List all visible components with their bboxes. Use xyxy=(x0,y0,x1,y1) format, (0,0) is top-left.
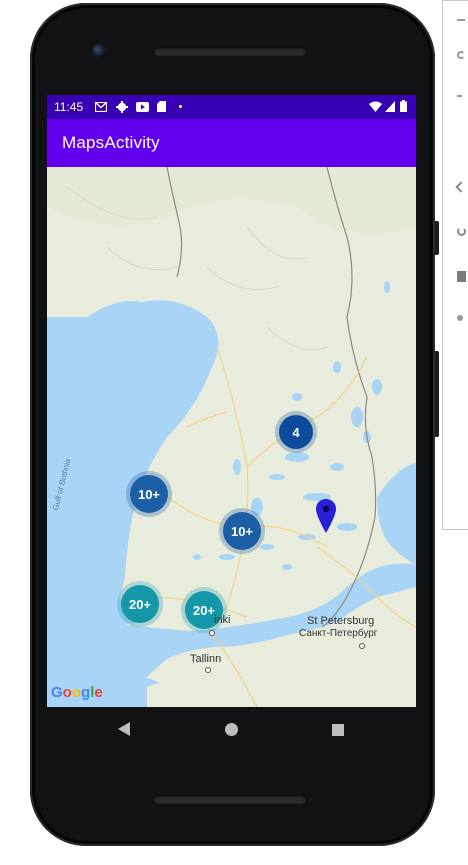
youtube-icon xyxy=(136,102,149,112)
rotate-icon[interactable] xyxy=(455,181,467,193)
rotate-right-icon[interactable] xyxy=(457,227,466,236)
screenshot-icon[interactable] xyxy=(457,271,466,282)
status-bar: 11:45 xyxy=(47,95,416,119)
google-logo: Google xyxy=(51,684,103,701)
map-cluster-marker[interactable]: 10+ xyxy=(223,512,261,550)
app-title: MapsActivity xyxy=(62,133,160,152)
gmail-icon xyxy=(95,102,107,112)
city-dot-tallinn xyxy=(205,667,211,673)
sd-card-icon xyxy=(157,101,166,112)
power-button xyxy=(435,221,439,255)
emulator-side-panel xyxy=(442,0,468,530)
city-dot-st-petersburg xyxy=(359,643,365,649)
phone-screen: 11:45 MapsActivity 4 10+ 10+ 20+ 20+ St … xyxy=(47,95,416,707)
phone-frame: 11:45 MapsActivity 4 10+ 10+ 20+ 20+ St … xyxy=(30,3,439,846)
volume-rocker xyxy=(435,351,439,437)
map-pin-icon[interactable] xyxy=(316,499,336,533)
map-cluster-marker[interactable]: 20+ xyxy=(121,585,159,623)
back-icon[interactable] xyxy=(118,722,130,736)
dot-icon xyxy=(179,105,182,108)
top-speaker xyxy=(154,47,306,56)
battery-icon xyxy=(400,100,407,112)
wifi-icon xyxy=(369,101,382,112)
home-icon[interactable] xyxy=(225,723,238,736)
city-label-st-petersburg: St Petersburg xyxy=(307,615,375,627)
status-time: 11:45 xyxy=(54,100,84,114)
power-icon[interactable] xyxy=(457,51,465,59)
city-label-tallinn: Tallinn xyxy=(190,653,222,665)
settings-icon xyxy=(116,101,128,113)
front-camera xyxy=(92,44,106,58)
minimize-icon[interactable] xyxy=(457,19,465,21)
zoom-icon[interactable] xyxy=(457,315,463,321)
city-label-st-petersburg-cyrillic: Санкт-Петербург xyxy=(299,628,378,639)
map-cluster-marker[interactable]: 10+ xyxy=(130,475,168,513)
signal-icon xyxy=(385,101,395,112)
map-cluster-marker[interactable]: 4 xyxy=(279,415,313,449)
city-dot-helsinki xyxy=(209,630,215,636)
bottom-speaker xyxy=(154,795,306,804)
city-label-helsinki: inki xyxy=(214,614,231,626)
volume-icon[interactable] xyxy=(457,95,462,97)
map-view[interactable]: 4 10+ 10+ 20+ 20+ St Petersburg Санкт-Пе… xyxy=(47,167,416,707)
app-bar: MapsActivity xyxy=(47,119,416,167)
recents-icon[interactable] xyxy=(332,724,344,736)
